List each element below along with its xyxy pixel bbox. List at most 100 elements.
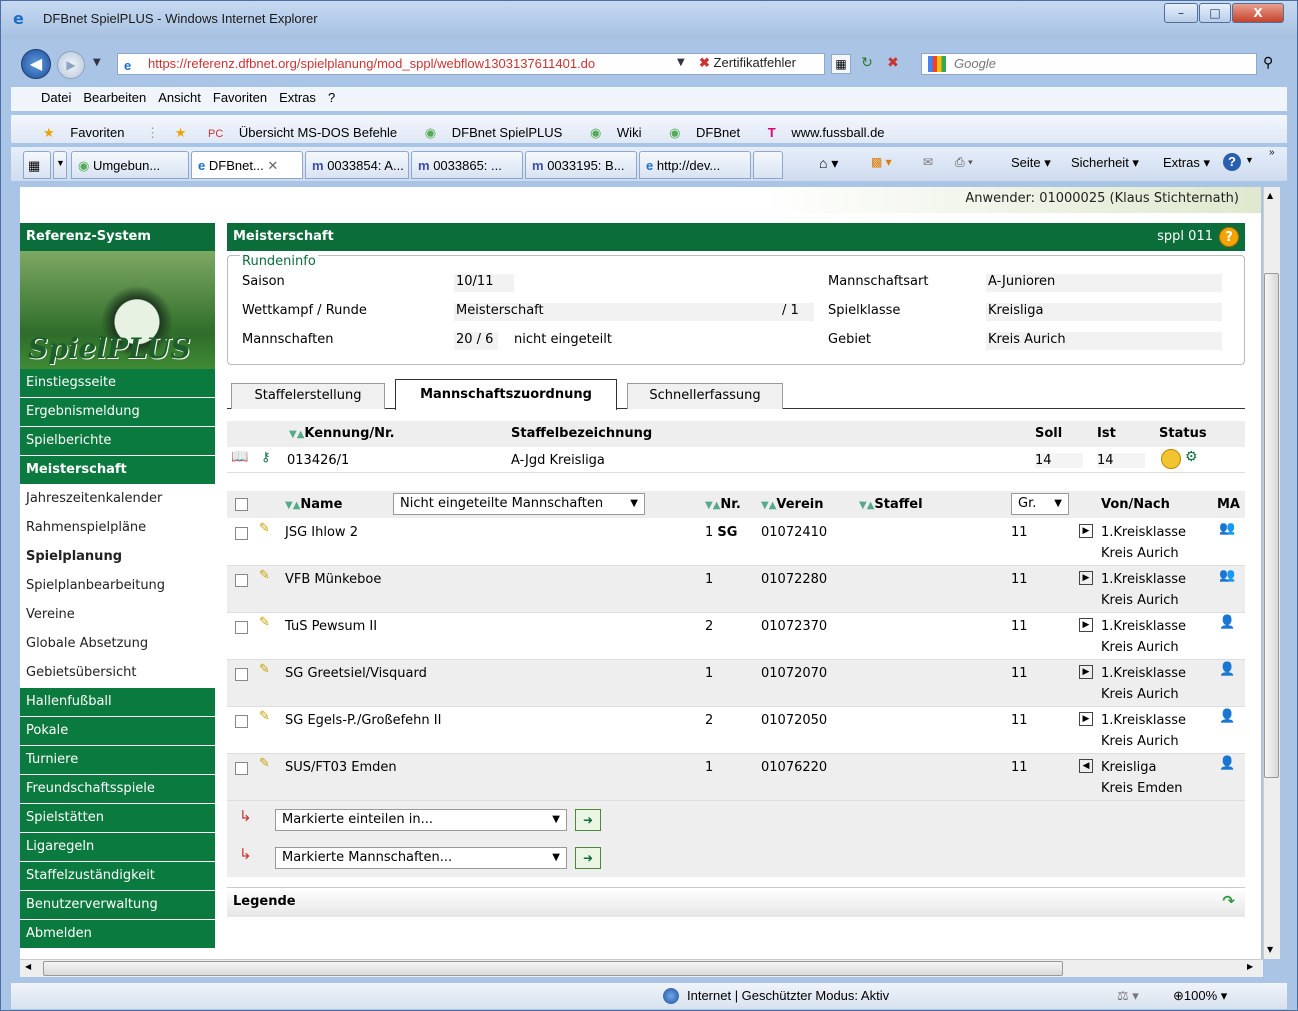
fav-item-dfbnet[interactable]: ◉ DFBnet [657,115,752,151]
staffel-col-header[interactable]: ▼▲Staffel [859,497,923,512]
verein-header[interactable]: ▼▲Verein [761,497,824,512]
sidebar-item-jahreszeitenkalender[interactable]: Jahreszeitenkalender [20,485,215,514]
refresh-icon[interactable]: ↻ [857,54,877,74]
help-icon[interactable]: ? [1223,153,1241,171]
tab-schnellerfassung[interactable]: Schnellerfassung [627,383,783,409]
menu-datei[interactable]: Datei [35,87,77,108]
row-checkbox[interactable] [235,762,248,775]
sidebar-item-spielplanbearbeitung[interactable]: Spielplanbearbeitung [20,572,215,601]
tab-0033865[interactable]: m 0033865: ... [411,151,523,179]
certificate-error[interactable]: ✖ Zertifikatfehler [699,55,796,71]
row-checkbox[interactable] [235,715,248,728]
chevron-down-icon[interactable]: ▼ [93,57,101,68]
menu-help[interactable]: ? [322,87,341,108]
select-all-checkbox[interactable] [235,498,248,511]
stop-icon[interactable]: ✖ [883,54,903,74]
sidebar-item-spielst-tten[interactable]: Spielstätten [20,804,215,833]
book-icon[interactable]: 📖 [231,449,248,465]
einteilen-select[interactable]: Markierte einteilen in... ▼ [275,809,567,831]
feeds-icon[interactable]: ▩ ▾ [871,155,892,169]
row-checkbox[interactable] [235,621,248,634]
sicherheit-menu[interactable]: Sicherheit ▾ [1071,155,1139,171]
extras-menu[interactable]: Extras ▾ [1163,155,1210,171]
status-team-icon[interactable]: ⚙ [1185,449,1198,465]
name-header[interactable]: ▼▲Name [285,497,342,512]
favorites-button[interactable]: ★ Favoriten [31,115,136,151]
help-chevron-icon[interactable]: ▼ [1245,155,1254,165]
sidebar-item-globale-absetzung[interactable]: Globale Absetzung [20,630,215,659]
tab-staffelerstellung[interactable]: Staffelerstellung [231,383,385,409]
horizontal-scroll-thumb[interactable] [43,961,1063,976]
team-details-icon[interactable]: ✎ [259,709,270,724]
mannschaften-go-button[interactable]: ➜ [575,847,601,869]
minimize-button[interactable]: – [1164,3,1198,23]
sidebar-item-pokale[interactable]: Pokale [20,717,215,746]
sidebar-item-freundschaftsspiele[interactable]: Freundschaftsspiele [20,775,215,804]
team-members-icon[interactable]: 👥 [1219,568,1235,583]
fav-item-wiki[interactable]: ◉ Wiki [578,115,654,151]
tab-umgebung[interactable]: ◉ Umgebun... [71,151,189,179]
sidebar-item-staffelzust-ndigkeit[interactable]: Staffelzuständigkeit [20,862,215,891]
maximize-button[interactable]: □ [1199,3,1231,23]
kennung-header[interactable]: ▼▲Kennung/Nr. [289,426,395,441]
team-members-icon[interactable]: 👤 [1219,615,1235,630]
fav-item-fussball[interactable]: T www.fussball.de [756,115,897,150]
team-filter-select[interactable]: Nicht eingeteilte Mannschaften ▼ [393,493,645,515]
close-tab-icon[interactable]: ✕ [267,158,278,173]
tab-0033854[interactable]: m 0033854: A... [305,151,409,179]
team-members-icon[interactable]: 👤 [1219,756,1235,771]
quick-tabs-icon[interactable]: ▦ [23,151,51,179]
sidebar-item-spielplanung[interactable]: Spielplanung [20,543,215,572]
sidebar-item-hallenfu-ball[interactable]: Hallenfußball [20,688,215,717]
direction-icon[interactable]: ◀ [1079,758,1096,773]
menu-favoriten[interactable]: Favoriten [207,87,273,108]
scroll-right-icon[interactable]: ▶ [1247,962,1253,971]
tab-dev[interactable]: e http://dev... [639,151,751,179]
new-tab-button[interactable] [753,151,783,179]
direction-icon[interactable]: ▶ [1079,523,1096,538]
menu-extras[interactable]: Extras [273,87,322,108]
sidebar-item-rahmenspielpl-ne[interactable]: Rahmenspielpläne [20,514,215,543]
group-size-select[interactable]: Gr. ▼ [1011,493,1069,515]
tab-list-icon[interactable]: ▼ [53,151,67,179]
scroll-left-icon[interactable]: ◀ [25,962,31,971]
key-icon[interactable]: ⚷ [261,450,271,465]
direction-icon[interactable]: ▶ [1079,664,1096,679]
row-checkbox[interactable] [235,527,248,540]
add-favorite-icon[interactable]: ★ [169,120,193,146]
menu-bearbeiten[interactable]: Bearbeiten [77,87,152,108]
more-chevron-icon[interactable]: » [1269,147,1275,158]
expand-legend-icon[interactable]: ↷ [1222,892,1235,910]
close-button[interactable]: X [1232,3,1284,23]
sidebar-item-einstiegsseite[interactable]: Einstiegsseite [20,369,215,398]
fav-item-msdos[interactable]: PC Übersicht MS-DOS Befehle [196,115,409,150]
zoom-level[interactable]: ⊕100% ▾ [1173,988,1227,1004]
menu-ansicht[interactable]: Ansicht [152,87,207,108]
sidebar-item-benutzerverwaltung[interactable]: Benutzerverwaltung [20,891,215,920]
vertical-scroll-thumb[interactable] [1264,273,1279,778]
forward-button[interactable]: ▶ [57,51,85,79]
print-icon[interactable]: ⎙ ▾ [955,155,973,170]
direction-icon[interactable]: ▶ [1079,711,1096,726]
back-button[interactable]: ◀ [21,49,51,79]
fav-item-spielplus[interactable]: ◉ DFBnet SpielPLUS [413,115,575,151]
tab-mannschaftszuordnung[interactable]: Mannschaftszuordnung [395,379,617,410]
team-details-icon[interactable]: ✎ [259,615,270,630]
sidebar-item-gebiets-bersicht[interactable]: Gebietsübersicht [20,659,215,688]
address-dropdown-icon[interactable]: ▼ [677,57,685,68]
row-checkbox[interactable] [235,668,248,681]
team-members-icon[interactable]: 👤 [1219,709,1235,724]
security-zone[interactable]: Internet | Geschützter Modus: Aktiv [687,988,889,1003]
sidebar-item-turniere[interactable]: Turniere [20,746,215,775]
nr-header[interactable]: ▼▲Nr. [705,497,741,512]
protected-mode-icon[interactable]: ⚖ ▾ [1117,988,1139,1004]
sidebar-item-vereine[interactable]: Vereine [20,601,215,630]
row-checkbox[interactable] [235,574,248,587]
direction-icon[interactable]: ▶ [1079,617,1096,632]
sidebar-item-abmelden[interactable]: Abmelden [20,920,215,949]
team-details-icon[interactable]: ✎ [259,756,270,771]
team-details-icon[interactable]: ✎ [259,662,270,677]
scroll-down-icon[interactable]: ▼ [1267,945,1273,954]
scroll-up-icon[interactable]: ▲ [1267,191,1273,200]
sidebar-item-ligaregeln[interactable]: Ligaregeln [20,833,215,862]
